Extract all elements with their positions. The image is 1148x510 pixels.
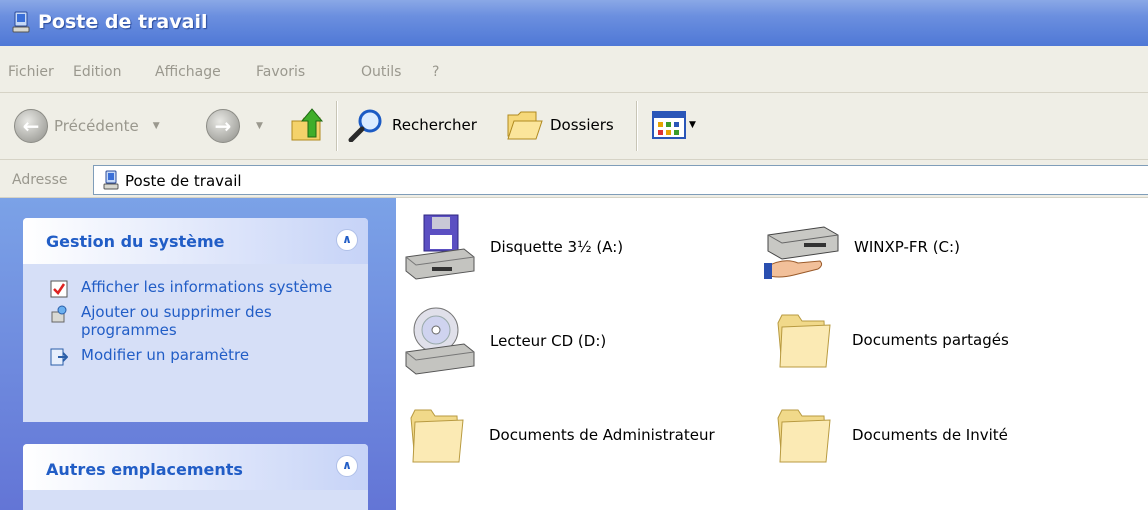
other-places-title: Autres emplacements	[46, 460, 243, 479]
folder-item-administrateur[interactable]: Documents de Administrateur	[407, 404, 715, 466]
search-label: Rechercher	[392, 116, 477, 134]
menu-bar: Fichier Edition Affichage Favoris Outils…	[0, 46, 1148, 93]
task-change-setting[interactable]: Modifier un paramètre	[23, 346, 368, 366]
search-button[interactable]: Rechercher	[348, 108, 477, 142]
system-tasks-panel: Gestion du système ∧ Afficher les inform…	[23, 218, 368, 422]
task-label: Modifier un paramètre	[81, 346, 250, 364]
task-label: Afficher les informations système	[81, 278, 333, 296]
title-bar[interactable]: Poste de travail	[0, 0, 1148, 46]
other-places-panel: Autres emplacements ∧	[23, 444, 368, 510]
system-tasks-header[interactable]: Gestion du système ∧	[23, 218, 368, 264]
folder-icon	[777, 314, 831, 368]
shared-hard-drive-icon	[764, 226, 839, 279]
item-label: Documents partagés	[852, 331, 1009, 349]
floppy-drive-icon	[405, 214, 475, 280]
task-add-remove-programs[interactable]: Ajouter ou supprimer des programmes	[23, 303, 368, 339]
menu-fichier[interactable]: Fichier	[8, 64, 54, 80]
drive-item-cd[interactable]: Lecteur CD (D:)	[402, 306, 606, 376]
item-label: Lecteur CD (D:)	[490, 332, 607, 350]
item-label: Documents de Administrateur	[489, 426, 715, 444]
folder-icon	[410, 409, 464, 463]
address-value: Poste de travail	[125, 172, 242, 190]
search-icon	[348, 109, 382, 142]
folders-label: Dossiers	[550, 116, 614, 134]
drive-item-c[interactable]: WINXP-FR (C:)	[764, 213, 960, 281]
folder-item-invite[interactable]: Documents de Invité	[774, 404, 1008, 466]
task-label: Ajouter ou supprimer des programmes	[81, 303, 272, 339]
address-bar: Adresse Poste de travail	[0, 160, 1148, 198]
forward-arrow-icon: →	[206, 109, 240, 143]
back-arrow-icon: ←	[14, 109, 48, 143]
menu-edition[interactable]: Edition	[73, 64, 121, 80]
folders-icon	[507, 111, 543, 140]
forward-button[interactable]: → ▼	[206, 109, 263, 143]
folder-item-shared[interactable]: Documents partagés	[774, 309, 1009, 371]
task-pane: Gestion du système ∧ Afficher les inform…	[0, 198, 396, 510]
system-info-icon	[50, 280, 68, 298]
views-icon	[652, 111, 686, 139]
folder-icon	[777, 409, 831, 463]
views-dropdown-icon[interactable]: ▼	[689, 120, 696, 130]
toolbar-separator	[636, 101, 638, 151]
menu-outils[interactable]: Outils	[361, 64, 401, 80]
menu-affichage[interactable]: Affichage	[155, 64, 221, 80]
up-folder-button[interactable]	[290, 107, 324, 143]
item-label: Documents de Invité	[852, 426, 1008, 444]
back-button[interactable]: ← Précédente ▼	[14, 109, 160, 143]
back-label: Précédente	[54, 117, 139, 135]
menu-favoris[interactable]: Favoris	[256, 64, 305, 80]
menu-help[interactable]: ?	[432, 64, 439, 80]
address-label: Adresse	[12, 172, 68, 188]
cd-drive-icon	[405, 307, 475, 375]
item-label: Disquette 3½ (A:)	[490, 238, 624, 256]
folders-button[interactable]: Dossiers	[506, 109, 614, 141]
my-computer-icon	[103, 170, 119, 190]
back-dropdown-icon[interactable]: ▼	[153, 121, 160, 131]
window-title: Poste de travail	[38, 11, 208, 33]
add-remove-programs-icon	[51, 305, 67, 323]
address-input[interactable]: Poste de travail	[93, 165, 1148, 195]
my-computer-icon	[12, 11, 30, 33]
system-tasks-title: Gestion du système	[46, 232, 225, 251]
item-label: WINXP-FR (C:)	[854, 238, 960, 256]
task-system-info[interactable]: Afficher les informations système	[23, 278, 368, 298]
up-folder-icon	[291, 108, 324, 141]
forward-dropdown-icon[interactable]: ▼	[256, 121, 263, 131]
toolbar: ← Précédente ▼ → ▼ Rechercher Dossiers ▼	[0, 93, 1148, 160]
control-panel-icon	[50, 348, 68, 366]
collapse-chevron-icon[interactable]: ∧	[336, 455, 358, 477]
other-places-header[interactable]: Autres emplacements ∧	[23, 444, 368, 490]
views-button[interactable]: ▼	[652, 111, 696, 139]
drive-item-floppy[interactable]: Disquette 3½ (A:)	[402, 213, 623, 281]
collapse-chevron-icon[interactable]: ∧	[336, 229, 358, 251]
toolbar-separator	[336, 101, 338, 151]
